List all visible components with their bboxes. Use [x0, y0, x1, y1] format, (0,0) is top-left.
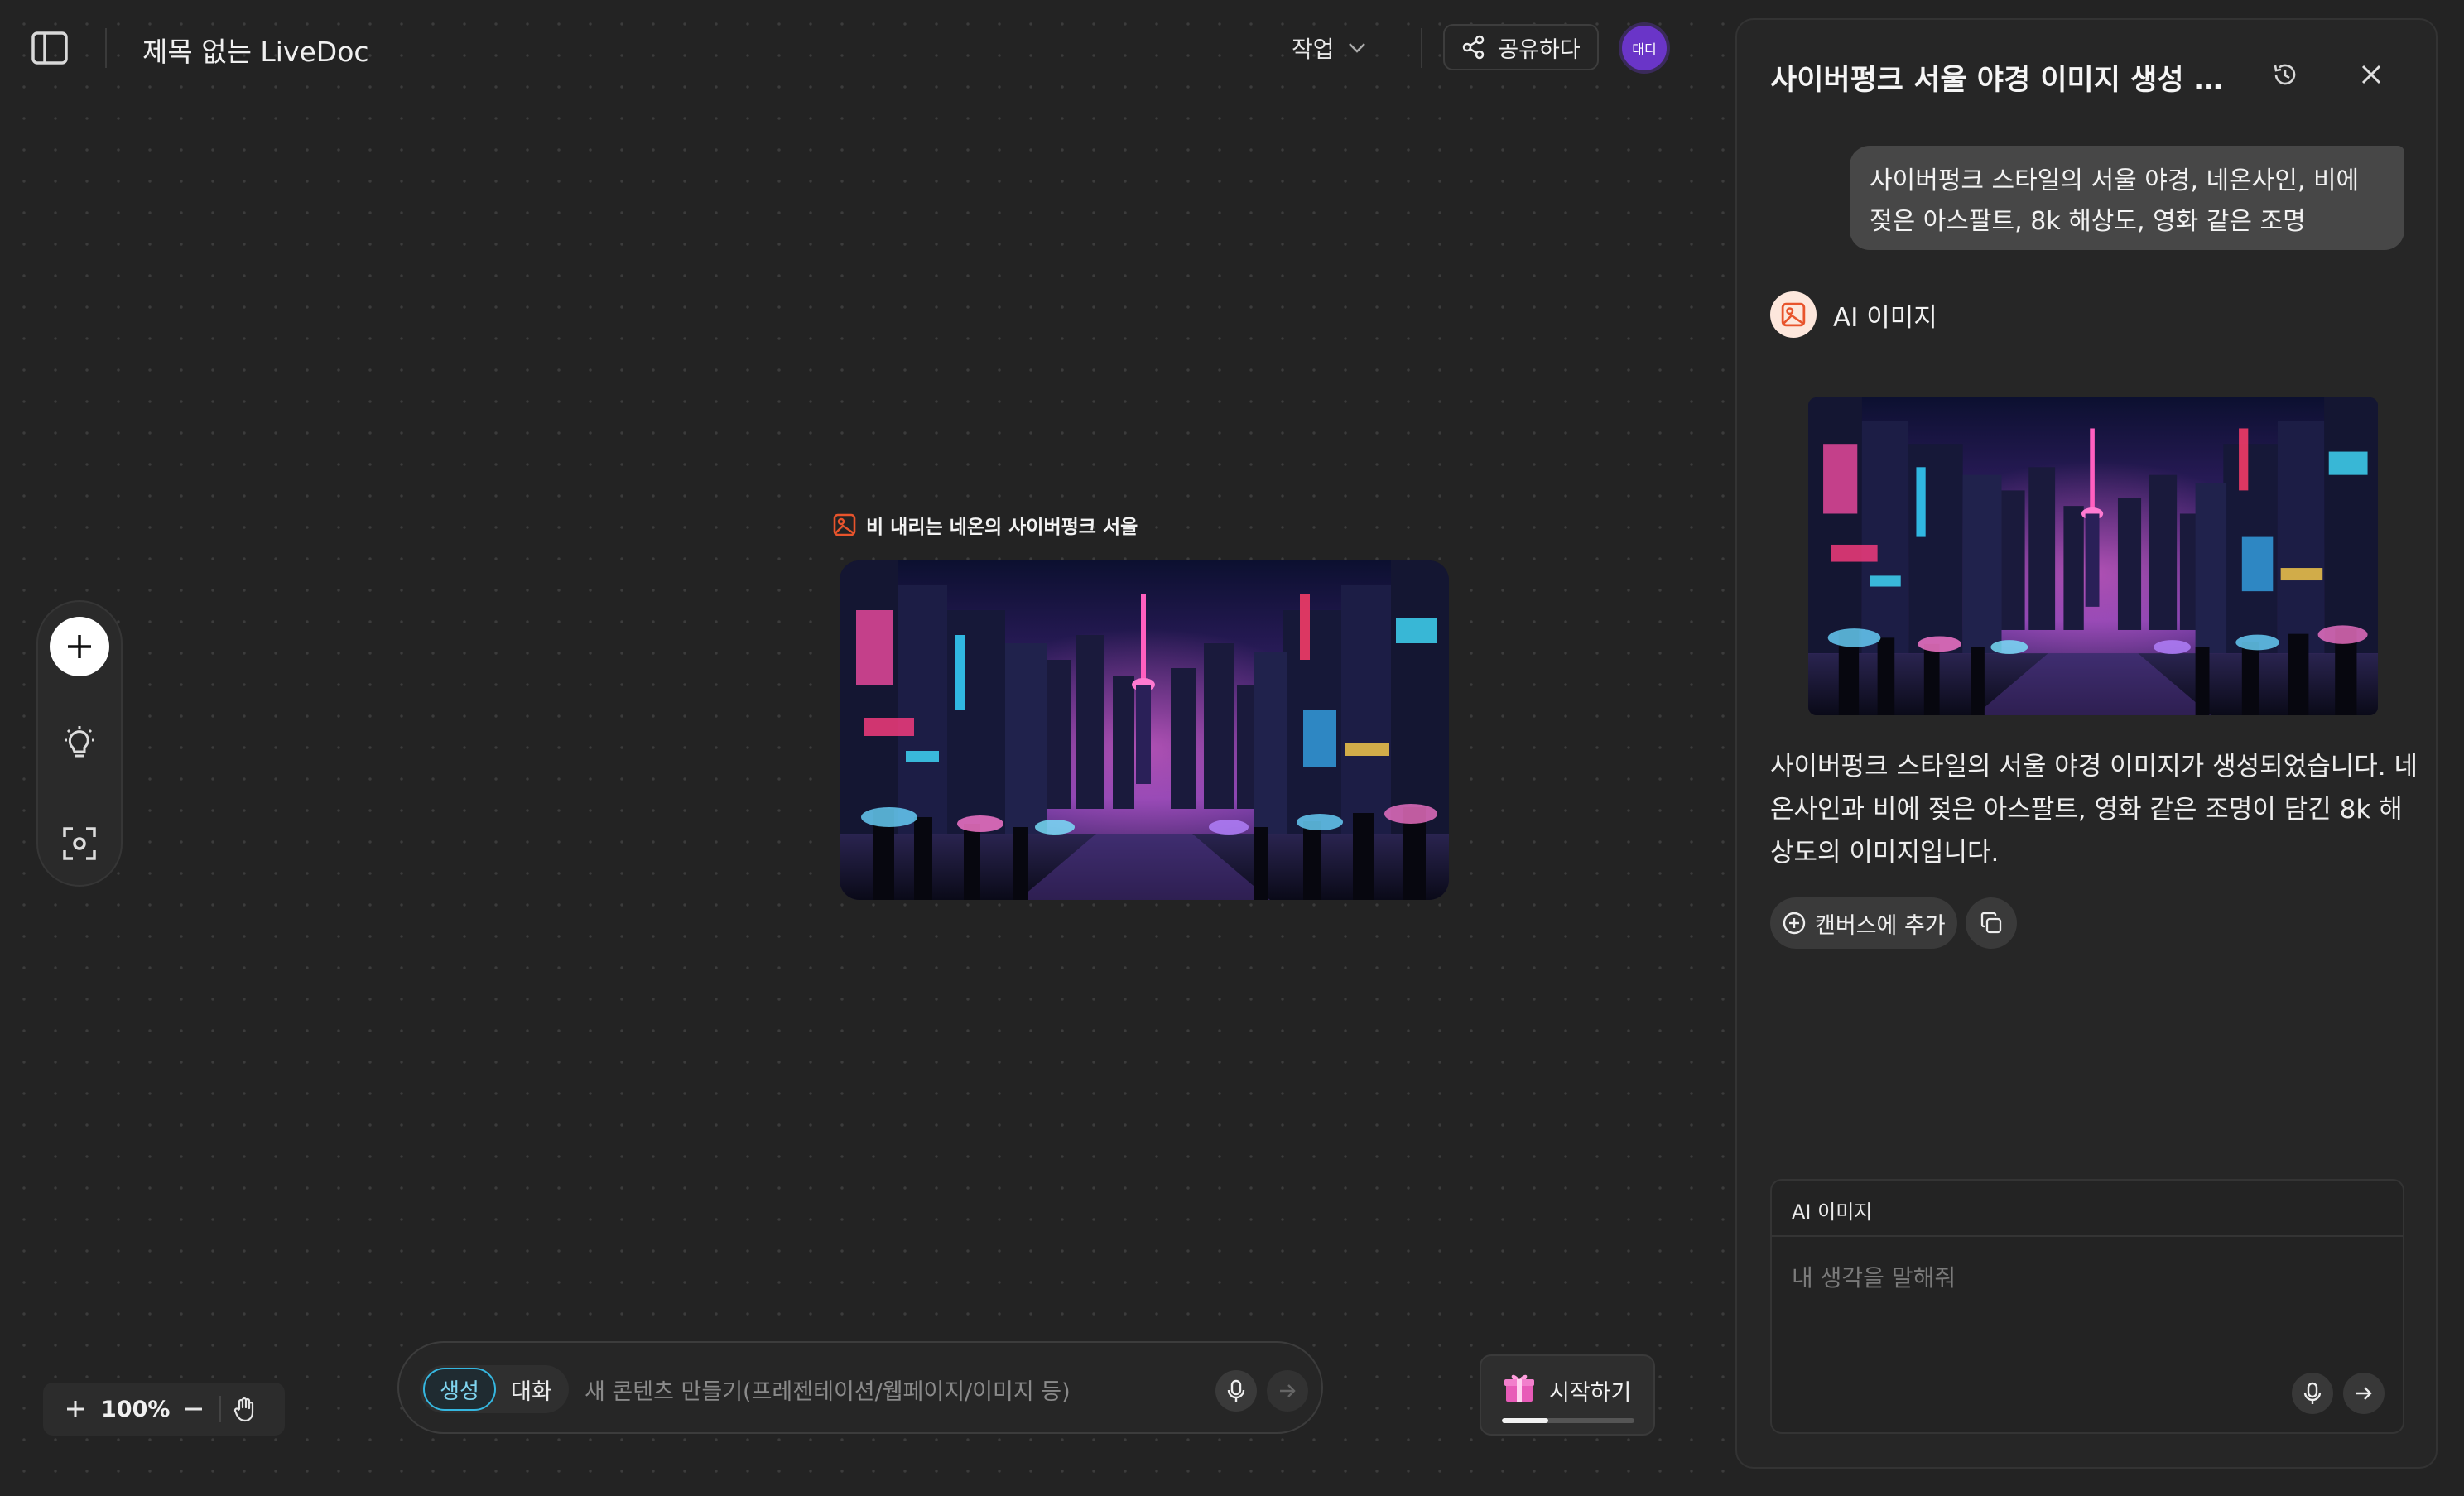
image-icon	[1781, 302, 1806, 327]
left-toolbar	[36, 600, 123, 887]
onboarding-progress-fill	[1502, 1418, 1548, 1423]
plus-icon	[67, 1401, 84, 1417]
capture-button[interactable]	[58, 822, 101, 865]
image-icon	[833, 513, 856, 536]
canvas[interactable]: 제목 없는 LiveDoc 작업 공유하다 대디 비 내리는 네온의 사이버펑크…	[0, 0, 1735, 1496]
onboarding-progress	[1502, 1418, 1634, 1423]
plus-circle-icon	[1783, 912, 1806, 935]
zoom-level: 100%	[101, 1396, 171, 1422]
get-started-label: 시작하기	[1549, 1380, 1632, 1406]
close-panel-button[interactable]	[2353, 56, 2389, 93]
divider	[105, 28, 107, 68]
minus-icon	[185, 1407, 203, 1411]
close-icon	[2361, 65, 2381, 84]
cyberpunk-city-image	[840, 560, 1449, 900]
arrow-right-icon	[2356, 1387, 2372, 1400]
cyberpunk-city-image	[1808, 397, 2378, 715]
divider	[219, 1396, 222, 1422]
voice-input-button[interactable]	[2292, 1373, 2333, 1414]
avatar[interactable]: 대디	[1619, 22, 1670, 74]
arrow-right-icon	[1280, 1384, 1296, 1397]
generated-image-preview[interactable]	[1808, 397, 2378, 715]
send-button[interactable]	[2343, 1373, 2385, 1414]
send-button[interactable]	[1267, 1370, 1308, 1412]
copy-button[interactable]	[1966, 897, 2017, 949]
plus-icon	[68, 635, 91, 658]
pan-tool-button[interactable]	[231, 1395, 259, 1423]
gift-icon	[1504, 1374, 1534, 1402]
divider	[1421, 28, 1422, 68]
canvas-image-title-text: 비 내리는 네온의 사이버펑크 서울	[866, 517, 1138, 538]
document-title[interactable]: 제목 없는 LiveDoc	[142, 30, 369, 70]
share-label: 공유하다	[1498, 36, 1581, 63]
zoom-out-button[interactable]	[180, 1395, 208, 1423]
user-message: 사이버펑크 스타일의 서울 야경, 네온사인, 비에 젖은 아스팔트, 8k 해…	[1850, 146, 2404, 250]
sidebar-toggle-button[interactable]	[25, 25, 75, 71]
microphone-icon	[1227, 1379, 1245, 1402]
add-element-button[interactable]	[50, 617, 109, 676]
share-icon	[1463, 35, 1485, 60]
add-to-canvas-label: 캔버스에 추가	[1815, 912, 1946, 939]
top-bar: 제목 없는 LiveDoc 작업 공유하다 대디	[0, 0, 1735, 96]
mode-tabs: 생성 대화	[420, 1365, 569, 1413]
voice-input-button[interactable]	[1215, 1370, 1257, 1412]
zoom-in-button[interactable]	[61, 1395, 89, 1423]
microphone-icon	[2303, 1382, 2322, 1404]
focus-capture-icon	[63, 827, 96, 860]
canvas-generated-image[interactable]	[840, 560, 1449, 900]
ideas-button[interactable]	[58, 723, 101, 766]
work-menu-label: 작업	[1292, 36, 1335, 63]
input-mode-label: AI 이미지	[1772, 1181, 2403, 1237]
canvas-image-title[interactable]: 비 내리는 네온의 사이버펑크 서울	[833, 511, 1138, 539]
tab-generate[interactable]: 생성	[423, 1368, 496, 1411]
zoom-controls: 100%	[43, 1383, 285, 1436]
copy-icon	[1980, 912, 2002, 934]
tab-chat[interactable]: 대화	[496, 1373, 567, 1406]
sidebar-icon	[31, 31, 68, 65]
ai-response-text: 사이버펑크 스타일의 서울 야경 이미지가 생성되었습니다. 네온사인과 비에 …	[1770, 752, 2418, 868]
work-menu-button[interactable]: 작업	[1292, 26, 1366, 70]
history-icon	[2274, 64, 2296, 85]
hand-icon	[234, 1397, 254, 1422]
app-root: 제목 없는 LiveDoc 작업 공유하다 대디 비 내리는 네온의 사이버펑크…	[0, 0, 2464, 1496]
lightbulb-icon	[65, 726, 94, 758]
ai-side-panel: 사이버펑크 서울 야경 이미지 생성 … 사이버펑크 스타일의 서울 야경, 네…	[1735, 18, 2438, 1469]
ai-badge-label: AI 이미지	[1833, 302, 1937, 333]
ai-message-header: AI 이미지	[1770, 291, 1937, 338]
share-button[interactable]: 공유하다	[1443, 24, 1599, 70]
panel-message-input[interactable]: 내 생각을 말해줘	[1792, 1260, 1956, 1293]
prompt-bar: 생성 대화 새 콘텐츠 만들기(프레젠테이션/웹페이지/이미지 등)	[397, 1341, 1323, 1434]
panel-input-box: AI 이미지 내 생각을 말해줘	[1770, 1179, 2404, 1434]
get-started-button[interactable]: 시작하기	[1480, 1354, 1655, 1436]
chevron-down-icon	[1348, 43, 1365, 53]
panel-title: 사이버펑크 서울 야경 이미지 생성 …	[1770, 64, 2223, 97]
add-to-canvas-button[interactable]: 캔버스에 추가	[1770, 897, 1957, 949]
ai-image-badge-icon	[1770, 291, 1817, 338]
history-button[interactable]	[2267, 56, 2303, 93]
prompt-input[interactable]: 새 콘텐츠 만들기(프레젠테이션/웹페이지/이미지 등)	[585, 1373, 1071, 1406]
